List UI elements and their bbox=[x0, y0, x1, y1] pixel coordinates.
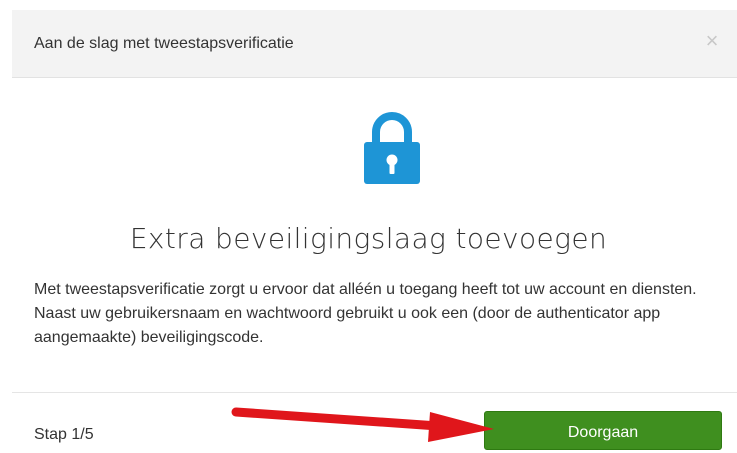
step-indicator: Stap 1/5 bbox=[34, 426, 94, 443]
red-arrow-annotation bbox=[231, 407, 494, 442]
dialog-title: Aan de slag met tweestapsverificatie bbox=[34, 35, 294, 52]
dialog-description: Met tweestapsverificatie zorgt u ervoor … bbox=[34, 281, 697, 346]
continue-button[interactable]: Doorgaan bbox=[484, 411, 722, 450]
dialog-heading: Extra beveiligingslaag toevoegen bbox=[129, 222, 608, 255]
dialog-header: Aan de slag met tweestapsverificatie × bbox=[12, 10, 737, 78]
lock-icon bbox=[364, 112, 420, 184]
two-step-verification-dialog: Aan de slag met tweestapsverificatie × E… bbox=[0, 0, 737, 450]
close-icon[interactable]: × bbox=[701, 30, 723, 52]
